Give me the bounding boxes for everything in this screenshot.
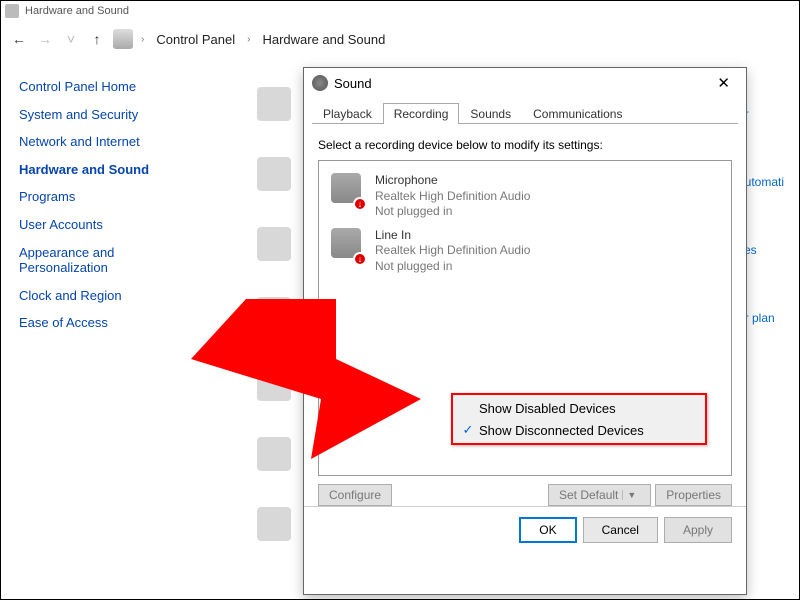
microphone-icon (329, 173, 365, 209)
sidebar-item-home[interactable]: Control Panel Home (19, 73, 181, 101)
unplugged-badge-icon (353, 197, 367, 211)
ok-button[interactable]: OK (519, 517, 576, 543)
file-icon (257, 437, 291, 471)
device-name: Microphone (375, 173, 530, 189)
sidebar-nav: Control Panel Home System and Security N… (1, 57, 181, 597)
dialog-title-bar[interactable]: Sound ✕ (304, 68, 746, 98)
sidebar-item-system[interactable]: System and Security (19, 101, 181, 129)
device-item[interactable]: Line In Realtek High Definition Audio No… (323, 224, 727, 279)
location-icon (113, 29, 133, 49)
device-desc: Realtek High Definition Audio (375, 243, 530, 259)
autoplay-icon (257, 157, 291, 191)
menu-show-disconnected[interactable]: ✓ Show Disconnected Devices (453, 419, 705, 441)
sidebar-item-user[interactable]: User Accounts (19, 211, 181, 239)
file-icon (257, 507, 291, 541)
sound-dialog: Sound ✕ Playback Recording Sounds Commun… (303, 67, 747, 595)
menu-item-label: Show Disconnected Devices (479, 423, 644, 438)
forward-icon[interactable]: → (35, 29, 55, 49)
sound-icon (257, 227, 291, 261)
chevron-right-icon: › (245, 34, 252, 45)
sidebar-item-clock[interactable]: Clock and Region (19, 282, 181, 310)
nav-toolbar: ← → ˅ ↑ › Control Panel › Hardware and S… (1, 21, 799, 57)
menu-show-disabled[interactable]: Show Disabled Devices (453, 397, 705, 419)
instruction-text: Select a recording device below to modif… (318, 134, 732, 160)
tab-communications[interactable]: Communications (522, 103, 633, 124)
chevron-right-icon: › (139, 34, 146, 45)
category-icon-column (257, 87, 297, 577)
device-name: Line In (375, 228, 530, 244)
window-title: Hardware and Sound (25, 5, 129, 17)
unplugged-badge-icon (353, 252, 367, 266)
device-item[interactable]: Microphone Realtek High Definition Audio… (323, 169, 727, 224)
configure-button[interactable]: Configure (318, 484, 392, 506)
sidebar-item-hardware[interactable]: Hardware and Sound (19, 156, 181, 184)
dropdown-icon[interactable]: ▼ (622, 490, 640, 500)
context-menu: Show Disabled Devices ✓ Show Disconnecte… (451, 393, 707, 445)
display-icon (257, 367, 291, 401)
cancel-button[interactable]: Cancel (583, 517, 658, 543)
power-icon (257, 297, 291, 331)
tab-recording[interactable]: Recording (383, 103, 460, 124)
dialog-footer: OK Cancel Apply (304, 506, 746, 553)
window-title-bar: Hardware and Sound (1, 1, 799, 21)
back-icon[interactable]: ← (9, 29, 29, 49)
up-icon[interactable]: ↑ (87, 29, 107, 49)
speaker-icon (312, 75, 328, 91)
line-in-icon (329, 228, 365, 264)
check-icon: ✓ (457, 422, 479, 438)
sidebar-item-network[interactable]: Network and Internet (19, 128, 181, 156)
control-panel-icon (5, 4, 19, 18)
set-default-button[interactable]: Set Default▼ (548, 484, 651, 506)
dialog-title: Sound (334, 76, 372, 91)
tab-bar: Playback Recording Sounds Communications (304, 98, 746, 124)
close-icon[interactable]: ✕ (709, 74, 738, 92)
apply-button[interactable]: Apply (664, 517, 732, 543)
sidebar-item-programs[interactable]: Programs (19, 183, 181, 211)
breadcrumb-root[interactable]: Control Panel (152, 32, 239, 47)
device-status: Not plugged in (375, 204, 530, 220)
device-status: Not plugged in (375, 259, 530, 275)
menu-item-label: Show Disabled Devices (479, 401, 616, 416)
sidebar-item-ease[interactable]: Ease of Access (19, 309, 181, 337)
printer-icon (257, 87, 291, 121)
recent-dropdown-icon[interactable]: ˅ (61, 29, 81, 49)
sidebar-item-appearance[interactable]: Appearance and Personalization (19, 239, 181, 282)
properties-button[interactable]: Properties (655, 484, 732, 506)
tab-playback[interactable]: Playback (312, 103, 383, 124)
tab-sounds[interactable]: Sounds (459, 103, 522, 124)
device-list[interactable]: Microphone Realtek High Definition Audio… (318, 160, 732, 476)
device-desc: Realtek High Definition Audio (375, 189, 530, 205)
breadcrumb-current[interactable]: Hardware and Sound (258, 32, 389, 47)
